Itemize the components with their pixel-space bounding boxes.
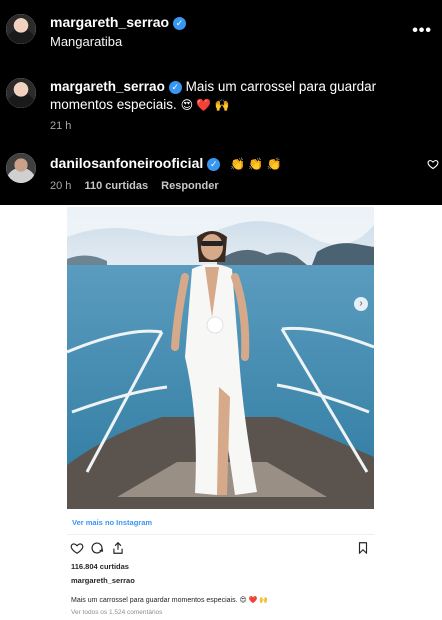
- post-location[interactable]: Mangaratiba: [50, 34, 122, 49]
- reply-time: 20 h: [50, 180, 72, 192]
- divider: [67, 534, 374, 535]
- verified-icon: ✓: [207, 158, 221, 171]
- embed-caption-text: Mais um carrossel para guardar momentos …: [71, 597, 238, 604]
- heart-icon[interactable]: [427, 158, 439, 170]
- avatar[interactable]: [6, 14, 36, 44]
- reply-comment: danilosanfoneirooficial ✓ 👏 👏 👏: [50, 155, 282, 171]
- comments-panel: margareth_serrao ✓ Mangaratiba ••• margar…: [0, 0, 442, 205]
- reply-button[interactable]: Responder: [161, 180, 218, 192]
- more-icon[interactable]: •••: [412, 22, 432, 40]
- bookmark-icon[interactable]: [356, 541, 370, 555]
- post-username[interactable]: margareth_serrao ✓: [50, 14, 187, 30]
- avatar[interactable]: [6, 153, 36, 183]
- embed-caption-emojis: 😍 ❤️ 🙌: [239, 597, 269, 604]
- caption-time: 21 h: [50, 120, 72, 132]
- embed-caption: Mais um carrossel para guardar momentos …: [71, 596, 268, 604]
- view-more-link[interactable]: Ver mais no Instagram: [72, 518, 152, 527]
- caption-username[interactable]: margareth_serrao: [50, 79, 165, 94]
- reply-username[interactable]: danilosanfoneirooficial: [50, 155, 203, 171]
- post-owner[interactable]: margareth_serrao: [71, 576, 135, 585]
- view-comments-link[interactable]: Ver todos os 1.524 comentários: [71, 609, 162, 616]
- heart-icon[interactable]: [70, 541, 84, 555]
- post-username-text: margareth_serrao: [50, 14, 170, 30]
- caption-comment: margareth_serrao ✓ Mais um carrossel para…: [50, 78, 430, 114]
- likes-count[interactable]: 116.804 curtidas: [71, 562, 129, 571]
- verified-icon: ✓: [168, 81, 182, 94]
- next-arrow-icon[interactable]: ›: [354, 297, 368, 311]
- comment-icon[interactable]: [90, 541, 104, 555]
- reply-meta: 20 h 110 curtidas Responder: [50, 180, 219, 192]
- share-icon[interactable]: [111, 541, 125, 555]
- verified-icon: ✓: [173, 17, 187, 30]
- post-photo[interactable]: [67, 207, 374, 509]
- reply-emojis: 👏 👏 👏: [230, 157, 282, 171]
- caption-emojis: 😍 ❤️ 🙌: [180, 98, 230, 112]
- reply-likes[interactable]: 110 curtidas: [84, 180, 148, 192]
- avatar[interactable]: [6, 78, 36, 108]
